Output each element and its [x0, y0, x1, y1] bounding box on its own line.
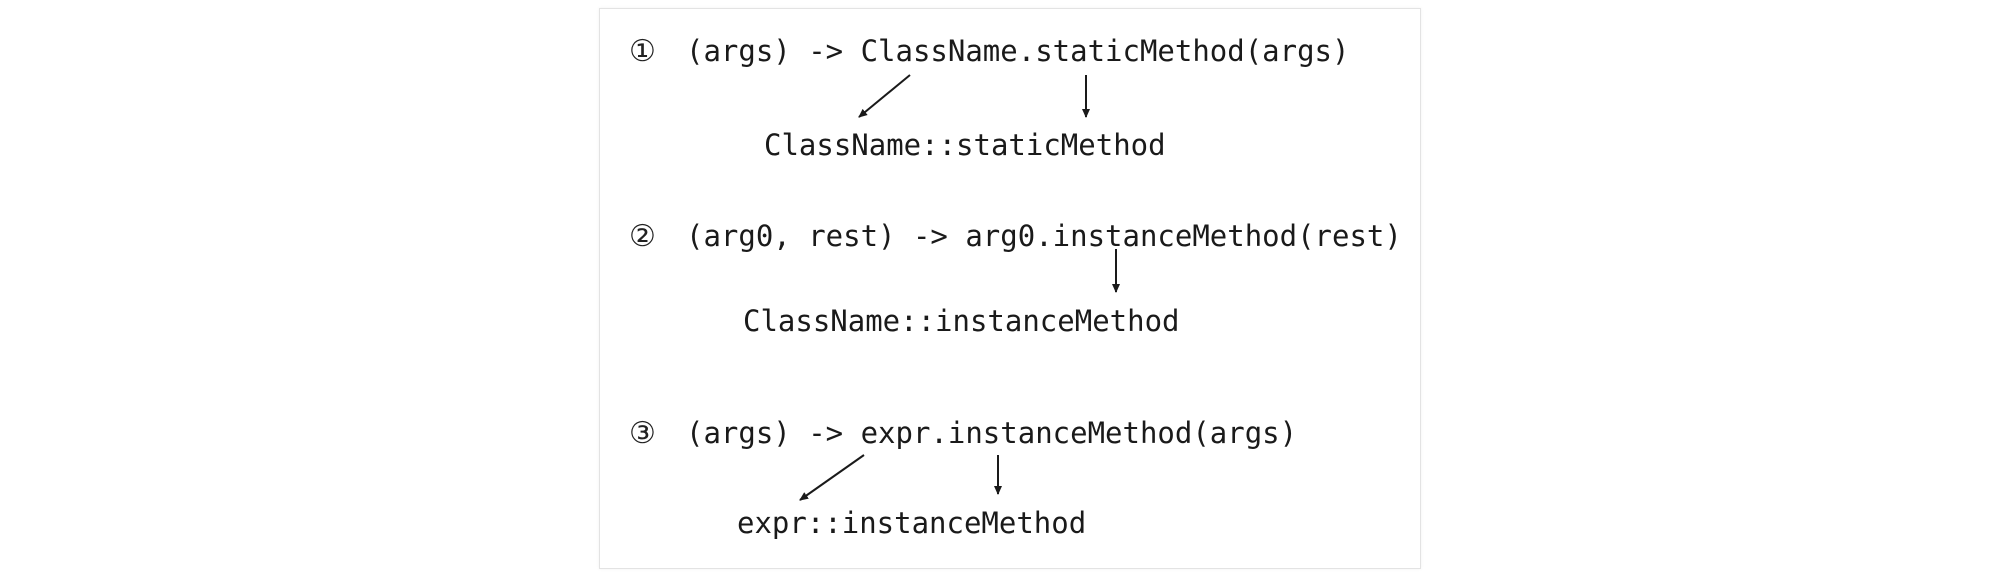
- page: ① (args) -> ClassName.staticMethod(args)…: [0, 0, 2000, 579]
- row-2-marker: ②: [629, 219, 656, 254]
- row-1-method-reference: ClassName::staticMethod: [764, 128, 1166, 162]
- row-2-lambda-expression: (arg0, rest) -> arg0.instanceMethod(rest…: [686, 219, 1402, 253]
- row-3-marker: ③: [629, 416, 656, 451]
- row-2-method-reference: ClassName::instanceMethod: [743, 304, 1180, 338]
- row-1-marker: ①: [629, 34, 656, 69]
- row-3-lambda-expression: (args) -> expr.instanceMethod(args): [686, 416, 1298, 450]
- row-3-method-reference: expr::instanceMethod: [737, 506, 1087, 540]
- row-1-lambda-expression: (args) -> ClassName.staticMethod(args): [686, 34, 1350, 68]
- diagram-card: [599, 8, 1421, 569]
